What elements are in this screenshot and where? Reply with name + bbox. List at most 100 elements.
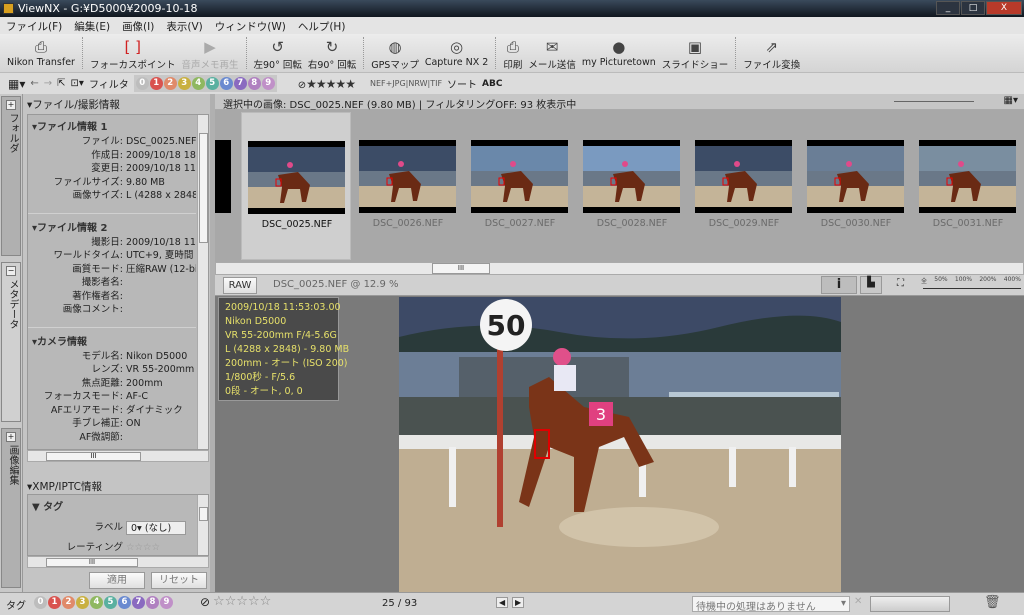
vertical-scrollbar[interactable] [197,495,208,555]
view-mode-icon[interactable]: ▦▾ [8,77,25,91]
toolbar-label: my Picturetown [581,57,656,68]
thumbnail[interactable]: DSC_0030.NEF [801,112,911,260]
file-convert-button[interactable]: ⇗ ファイル変換 [740,34,803,71]
thumbnail[interactable]: DSC_0031.NEF [913,112,1023,260]
grid-view-icon[interactable]: ▦▾ [1004,95,1018,106]
label-4-button[interactable]: 4 [191,77,205,90]
raw-button[interactable]: RAW [223,277,257,294]
focus-point-button[interactable]: [ ] フォーカスポイント [87,34,179,71]
label-7-button[interactable]: 7 [132,596,145,609]
maximize-button[interactable]: □ [961,1,985,15]
info-line: 2009/10/18 11:53:03.00 [225,302,341,313]
info-line: 1/800秒 - F/5.6 [225,372,296,383]
label-7-button[interactable]: 7 [233,77,247,90]
main-photo[interactable]: 50 3 [399,297,841,592]
back-icon[interactable]: ← [30,78,38,89]
viewer-toolbar: RAW DSC_0025.NEF @ 12.9 % i ▙ ⛶ 全 50% 100%… [215,275,1024,296]
thumbnail[interactable]: DSC_0028.NEF [577,112,687,260]
label-9-button[interactable]: 9 [160,596,173,609]
label-8-button[interactable]: 8 [146,596,159,609]
rotate-left-button[interactable]: ↺ 左90° 回転 [251,34,305,71]
close-button[interactable]: X [986,1,1022,15]
zoom-slider[interactable]: 全 50% 100% 200% 400% [921,276,1021,285]
menu-item[interactable]: ウィンドウ(W) [215,19,286,33]
rotate-right-button[interactable]: ↻ 右90° 回転 [305,34,359,71]
slideshow-icon: ▣ [687,38,703,56]
next-image-button[interactable]: ▶ [512,597,525,608]
picturetown-button[interactable]: ● my Picturetown [579,34,659,68]
section-file-info[interactable]: ▾ファイル/撮影情報 [23,94,210,115]
label-2-button[interactable]: 2 [62,596,75,609]
tab-folder[interactable]: + フォルダ [1,96,21,256]
play-memo-button[interactable]: ▶ 音声メモ再生 [178,34,241,71]
label-1-button[interactable]: 1 [149,77,163,90]
tag-group[interactable]: ▼ タグ [28,495,208,515]
cancel-queue-icon[interactable]: ✕ [854,596,862,607]
fit-screen-icon[interactable]: ⛶ [897,278,904,289]
thumbnail-scrollbar[interactable]: III [215,262,1024,275]
label-0-button[interactable]: 0 [34,596,47,609]
tab-metadata[interactable]: − メタデータ [1,262,21,422]
previous-image-button[interactable]: ◀ [496,597,509,608]
reset-button[interactable]: リセット [151,572,207,589]
label-0-button[interactable]: 0 [135,77,149,90]
trash-icon[interactable]: 🗑 [984,595,1001,610]
camera-transfer-button[interactable]: ⎙ Nikon Transfer [4,34,78,68]
histogram-icon[interactable]: ▙ [860,276,882,294]
menu-item[interactable]: ヘルプ(H) [298,19,346,33]
zoom-tick-label: 50% [934,276,948,283]
label-8-button[interactable]: 8 [247,77,261,90]
thumbnail[interactable]: DSC_0029.NEF [689,112,799,260]
forward-icon[interactable]: → [44,78,52,89]
thumbnail[interactable]: DSC_0026.NEF [353,112,463,260]
minimize-button[interactable]: _ [936,1,960,15]
thumbnail[interactable]: DSC_0025.NEF [241,112,351,260]
format-filter[interactable]: NEF+JPG|NRW|TIF [370,79,442,88]
play-memo-icon: ▶ [204,38,216,56]
group-header[interactable]: ▾ファイル情報 2 [28,216,196,236]
info-icon[interactable]: i [821,276,857,294]
mail-button[interactable]: ✉ メール送信 [525,34,579,71]
group-header[interactable]: ▾ファイル情報 1 [28,115,196,135]
menu-item[interactable]: 表示(V) [166,19,202,33]
rating-filter[interactable]: ⊘★★★★★ [298,77,356,91]
horizontal-scrollbar[interactable]: III [27,450,209,462]
label-5-button[interactable]: 5 [104,596,117,609]
menu-item[interactable]: ファイル(F) [6,19,62,33]
label-dropdown[interactable]: 0▾ (なし) [126,521,186,535]
label-3-button[interactable]: 3 [177,77,191,90]
queue-status[interactable]: 待機中の処理はありません ▾ [692,596,850,613]
label-6-button[interactable]: 6 [118,596,131,609]
capture-nx-button[interactable]: ◎ Capture NX 2 [422,34,491,68]
no-rating-icon[interactable]: ⊘ [200,595,210,609]
label-3-button[interactable]: 3 [76,596,89,609]
rating-stars[interactable]: ☆☆☆☆ [126,541,160,555]
globe-button[interactable]: ◍ GPSマップ [368,34,422,71]
print-button[interactable]: ⎙ 印刷 [500,34,525,71]
info-value: DSC_0025.NEF [126,136,196,147]
label-5-button[interactable]: 5 [205,77,219,90]
label-4-button[interactable]: 4 [90,596,103,609]
info-value: ON [126,418,141,429]
sort-dropdown[interactable]: ABC [482,79,502,89]
thumbnail-partial[interactable] [215,140,231,213]
label-2-button[interactable]: 2 [163,77,177,90]
vertical-scrollbar[interactable] [197,115,208,449]
slideshow-button[interactable]: ▣ スライドショー [659,34,732,71]
label-1-button[interactable]: 1 [48,596,61,609]
menu-item[interactable]: 編集(E) [74,19,110,33]
separator [363,37,365,69]
apply-button[interactable]: 適用 [89,572,145,589]
horizontal-scrollbar[interactable]: III [27,556,209,568]
tab-image-edit[interactable]: + 画像編集 [1,428,21,588]
toolbar-label: 印刷 [503,60,523,71]
parent-folder-icon[interactable]: ⇱ [57,78,65,89]
label-9-button[interactable]: 9 [261,77,275,90]
label-6-button[interactable]: 6 [219,77,233,90]
folder-menu-icon[interactable]: ⊡▾ [71,78,84,89]
group-header[interactable]: ▾カメラ情報 [28,330,196,350]
thumbnail[interactable]: DSC_0027.NEF [465,112,575,260]
thumbnail-size-slider[interactable] [894,101,974,102]
menu-item[interactable]: 画像(I) [122,19,154,33]
rating-stars[interactable]: ☆☆☆☆☆ [213,594,271,609]
